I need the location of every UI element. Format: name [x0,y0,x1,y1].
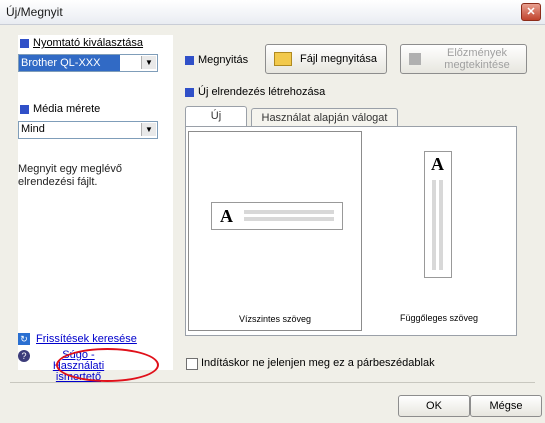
printer-select[interactable]: Brother QL-XXX ▼ [18,54,158,72]
startup-checkbox[interactable] [186,358,198,370]
left-pane: Nyomtató kiválasztása Brother QL-XXX ▼ M… [18,35,173,383]
tab-by-usage[interactable]: Használat alapján válogat [251,108,398,127]
media-select-value: Mind [21,123,45,135]
section-marker-icon [20,38,29,48]
divider [10,382,535,383]
updates-row: ↻ Frissítések keresése [18,333,137,346]
folder-open-icon [274,52,292,66]
annotation-circle [56,348,159,382]
card-label-horizontal: Vízszintes szöveg [238,314,312,324]
media-select[interactable]: Mind ▼ [18,121,158,139]
open-label: Megnyitás [185,54,248,66]
history-button[interactable]: Előzmények megtekintése [400,44,527,74]
open-file-button[interactable]: Fájl megnyitása [265,44,387,74]
updates-link[interactable]: Frissítések keresése [36,333,137,345]
media-label: Média mérete [20,103,100,115]
close-icon: ✕ [526,6,536,18]
vertical-preview: A [424,151,452,278]
dialog-window: Új/Megnyit ✕ Nyomtató kiválasztása Broth… [0,0,545,423]
window-title: Új/Megnyit [6,5,63,19]
layout-card-horizontal[interactable]: A Vízszintes szöveg [188,131,362,331]
printer-select-value: Brother QL-XXX [19,55,121,71]
layout-card-vertical[interactable]: A Függőleges szöveg [366,131,512,329]
tab-new[interactable]: Új [185,106,247,127]
history-icon [409,53,421,65]
new-layout-label: Új elrendezés létrehozása [185,86,325,98]
startup-checkbox-label: Indításkor ne jelenjen meg ez a párbeszé… [201,357,435,369]
close-button[interactable]: ✕ [521,3,541,21]
dropdown-arrow-icon[interactable]: ▼ [141,123,156,136]
help-icon: ? [18,350,30,362]
layout-panel: A Vízszintes szöveg A Függőleges szöveg [185,126,517,336]
card-label-vertical: Függőleges szöveg [399,313,479,323]
horizontal-preview: A [211,202,343,230]
description-text: Megnyit egy meglévő elrendezési fájlt. [18,163,122,188]
title-bar: Új/Megnyit ✕ [0,0,545,25]
update-icon: ↻ [18,333,30,346]
section-marker-icon [185,55,194,65]
cancel-button[interactable]: Mégse [470,395,542,417]
ok-button[interactable]: OK [398,395,470,417]
dropdown-arrow-icon[interactable]: ▼ [141,56,156,69]
printer-label: Nyomtató kiválasztása [20,37,143,49]
section-marker-icon [185,87,194,97]
section-marker-icon [20,104,29,114]
